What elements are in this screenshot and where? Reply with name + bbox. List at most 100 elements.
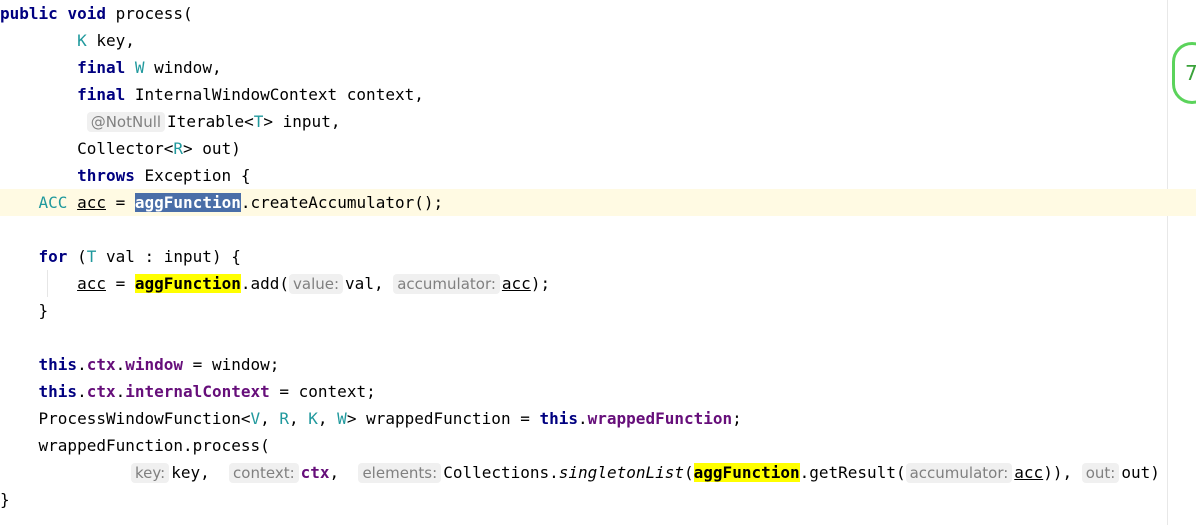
- code-text: window,: [144, 58, 222, 77]
- code-text: = window;: [183, 355, 280, 374]
- field-name: ctx: [300, 463, 330, 482]
- code-text: key,: [86, 31, 135, 50]
- type-param: T: [253, 112, 264, 131]
- code-text: )),: [1043, 463, 1082, 482]
- code-line[interactable]: public void process(: [0, 0, 1196, 27]
- keyword: for: [38, 247, 68, 266]
- brace: }: [38, 301, 49, 320]
- code-line[interactable]: for (T val : input) {: [0, 243, 1196, 270]
- parameter-hint: key:: [131, 463, 170, 483]
- parameter-hint: elements:: [358, 463, 442, 483]
- status-icon: 7: [1185, 61, 1196, 85]
- code-text: .: [77, 355, 87, 374]
- field-name: window: [125, 355, 184, 374]
- code-text: out): [1121, 463, 1160, 482]
- keyword: final: [77, 85, 126, 104]
- code-line[interactable]: this.ctx.internalContext = context;: [0, 378, 1196, 405]
- code-text: .: [115, 382, 126, 401]
- inspection-status-widget[interactable]: 7: [1172, 42, 1196, 104]
- code-line[interactable]: }: [0, 297, 1196, 324]
- code-line[interactable]: final W window,: [0, 54, 1196, 81]
- type-param: W: [134, 58, 145, 77]
- code-text: .: [115, 355, 126, 374]
- keyword: this: [539, 409, 578, 428]
- type-param: K: [77, 31, 87, 50]
- selected-identifier[interactable]: aggFunction: [134, 193, 241, 212]
- code-text: > wrappedFunction =: [346, 409, 540, 428]
- parameter-hint: value:: [289, 274, 344, 294]
- code-text: Collections.: [443, 463, 559, 482]
- parameter-hint: accumulator:: [393, 274, 500, 294]
- code-text: );: [530, 274, 551, 293]
- code-text: =: [105, 193, 135, 212]
- code-text: =: [105, 274, 135, 293]
- type-param: R: [279, 409, 289, 428]
- method-name: process(: [115, 4, 193, 23]
- parameter-hint: accumulator:: [905, 463, 1013, 483]
- type-param: W: [337, 409, 347, 428]
- code-text: > input,: [263, 112, 341, 131]
- code-text: InternalWindowContext context,: [125, 85, 424, 104]
- code-text: .getResult(: [799, 463, 906, 482]
- code-line[interactable]: throws Exception {: [0, 162, 1196, 189]
- code-text: ;: [732, 409, 742, 428]
- code-line[interactable]: this.ctx.window = window;: [0, 351, 1196, 378]
- highlighted-identifier[interactable]: aggFunction: [134, 274, 241, 293]
- keyword: final: [77, 58, 126, 77]
- keyword: void: [67, 4, 106, 23]
- current-code-line[interactable]: ACC acc = aggFunction.createAccumulator(…: [0, 189, 1196, 216]
- highlighted-identifier[interactable]: aggFunction: [693, 463, 800, 482]
- code-text: > out): [183, 139, 241, 158]
- field-name: ctx: [86, 382, 116, 401]
- code-editor[interactable]: public void process( K key, final W wind…: [0, 0, 1196, 525]
- local-variable: acc: [501, 274, 531, 293]
- code-text: ProcessWindowFunction<: [38, 409, 251, 428]
- brace: }: [0, 490, 10, 509]
- code-text: val,: [345, 274, 394, 293]
- keyword: public: [0, 4, 58, 23]
- code-line[interactable]: acc = aggFunction.add(value: val, accumul…: [0, 270, 1196, 297]
- code-line[interactable]: wrappedFunction.process(: [0, 432, 1196, 459]
- type-param: R: [173, 139, 184, 158]
- code-text: Collector<: [77, 139, 174, 158]
- code-text: ,: [289, 409, 309, 428]
- code-text: .add(: [240, 274, 290, 293]
- code-text: ,: [260, 409, 280, 428]
- type-param: ACC: [38, 193, 68, 212]
- code-text: .createAccumulator();: [240, 193, 444, 212]
- code-line[interactable]: }: [0, 486, 1196, 513]
- code-text: val : input) {: [96, 247, 241, 266]
- code-text: key,: [171, 463, 220, 482]
- code-text: .: [77, 382, 87, 401]
- local-variable: acc: [77, 274, 106, 293]
- code-line[interactable]: Collector<R> out): [0, 135, 1196, 162]
- keyword: this: [38, 355, 78, 374]
- code-text: (: [684, 463, 694, 482]
- code-text: wrappedFunction.process(: [38, 436, 270, 455]
- code-line[interactable]: @NotNull Iterable<T> input,: [0, 108, 1196, 135]
- type-param: K: [308, 409, 318, 428]
- code-text: Exception {: [134, 166, 251, 185]
- code-line[interactable]: K key,: [0, 27, 1196, 54]
- keyword: this: [38, 382, 78, 401]
- local-variable: acc: [77, 193, 106, 212]
- field-name: internalContext: [125, 382, 270, 401]
- static-method: singletonList: [558, 463, 685, 482]
- code-text: (: [67, 247, 87, 266]
- field-name: ctx: [86, 355, 116, 374]
- field-name: wrappedFunction: [587, 409, 733, 428]
- annotation-hint: @NotNull: [86, 112, 166, 132]
- code-line[interactable]: ProcessWindowFunction<V, R, K, W> wrappe…: [0, 405, 1196, 432]
- parameter-hint: out:: [1081, 463, 1120, 483]
- local-variable: acc: [1014, 463, 1044, 482]
- code-text: ,: [317, 409, 338, 428]
- code-text: ,: [329, 463, 349, 482]
- code-text: Iterable<: [167, 112, 254, 131]
- code-text: .: [578, 409, 588, 428]
- code-line[interactable]: final InternalWindowContext context,: [0, 81, 1196, 108]
- code-line[interactable]: key: key, context: ctx, elements: Collectio…: [131, 459, 1196, 486]
- type-param: T: [86, 247, 97, 266]
- parameter-hint: context:: [229, 463, 299, 483]
- code-text: = context;: [269, 382, 376, 401]
- type-param: V: [250, 409, 261, 428]
